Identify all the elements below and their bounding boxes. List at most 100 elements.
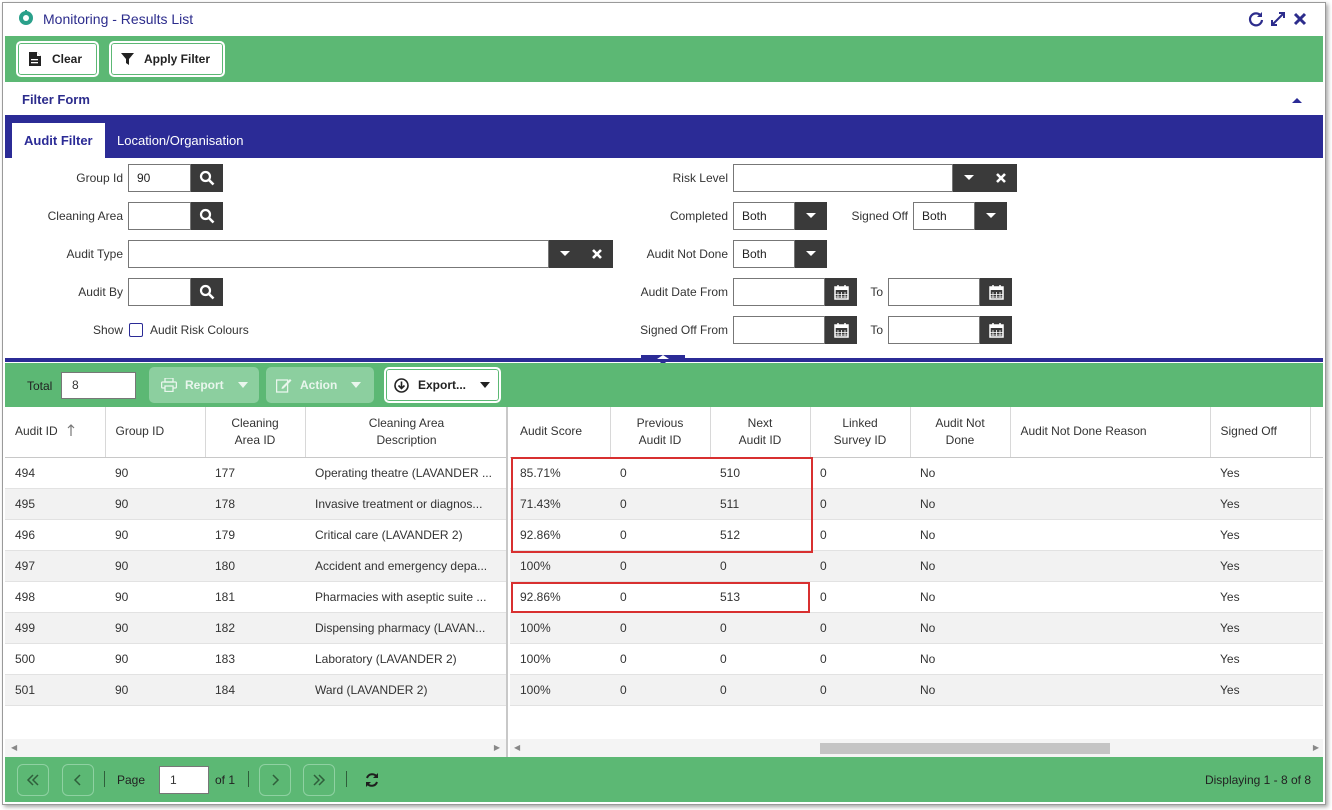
audit-not-done-select[interactable]: Both xyxy=(733,240,795,268)
total-count-field: 8 xyxy=(61,372,136,399)
cleaning-area-input[interactable] xyxy=(128,202,191,230)
signed-off-from-input[interactable] xyxy=(733,316,825,344)
refresh-icon[interactable] xyxy=(364,772,380,788)
table-row[interactable]: 92.86% 0 512 0 No Yes xyxy=(510,519,1323,551)
col-header-linked-survey-id[interactable]: Linked Survey ID xyxy=(810,407,911,458)
signed-off-dropdown-button[interactable] xyxy=(975,202,1007,230)
table-row[interactable]: 100% 0 0 0 No Yes xyxy=(510,674,1323,706)
collapse-up-icon[interactable] xyxy=(1291,95,1303,105)
table-row[interactable]: 499 90 182 Dispensing pharmacy (LAVAN... xyxy=(5,612,506,644)
signed-off-to-calendar-button[interactable] xyxy=(980,316,1012,344)
audit-risk-colours-label[interactable]: Audit Risk Colours xyxy=(150,323,249,337)
audit-date-from-calendar-button[interactable] xyxy=(825,278,857,306)
close-icon[interactable] xyxy=(1291,10,1309,28)
table-row[interactable]: 500 90 183 Laboratory (LAVANDER 2) xyxy=(5,643,506,675)
cell-survey-id: 0 xyxy=(810,674,910,706)
group-id-search-button[interactable] xyxy=(191,164,223,192)
apply-filter-button[interactable]: Apply Filter xyxy=(109,41,225,77)
document-icon xyxy=(29,52,41,66)
audit-type-input[interactable] xyxy=(128,240,549,268)
risk-level-dropdown-button[interactable] xyxy=(953,164,985,192)
risk-level-clear-button[interactable] xyxy=(985,164,1017,192)
risk-level-input[interactable] xyxy=(733,164,953,192)
table-row[interactable]: 497 90 180 Accident and emergency depa... xyxy=(5,550,506,582)
page-of-label: of 1 xyxy=(215,773,236,787)
col-header-signed-off[interactable]: Signed Off xyxy=(1210,407,1311,458)
page-number-input[interactable]: 1 xyxy=(159,766,209,794)
cell-area-id: 181 xyxy=(205,581,305,613)
col-header-audit-score[interactable]: Audit Score xyxy=(510,407,611,458)
locked-horizontal-scrollbar[interactable]: ◀ ▶ xyxy=(5,739,506,757)
cell-not-done: No xyxy=(910,581,1010,613)
cell-group-id: 90 xyxy=(105,488,205,520)
table-row[interactable]: 85.71% 0 510 0 No Yes xyxy=(510,457,1323,489)
audit-by-input[interactable] xyxy=(128,278,191,306)
col-header-cleaning-area-description[interactable]: Cleaning Area Description xyxy=(305,407,506,458)
cell-score: 100% xyxy=(510,674,610,706)
scroll-left-icon[interactable]: ◀ xyxy=(514,743,520,752)
col-header-previous-audit-id[interactable]: Previous Audit ID xyxy=(610,407,711,458)
col-header-audit-not-done-reason[interactable]: Audit Not Done Reason xyxy=(1010,407,1211,458)
page-label: Page xyxy=(117,773,146,787)
cell-group-id: 90 xyxy=(105,550,205,582)
table-row[interactable]: 496 90 179 Critical care (LAVANDER 2) xyxy=(5,519,506,551)
cell-reason xyxy=(1010,550,1210,582)
clear-button[interactable]: Clear xyxy=(16,41,99,77)
refresh-icon[interactable] xyxy=(1247,10,1265,28)
filter-form-header[interactable]: Filter Form xyxy=(5,83,1323,115)
audit-risk-colours-checkbox[interactable] xyxy=(129,323,143,337)
col-header-linked-survey-id-label: Linked Survey ID xyxy=(833,415,887,447)
action-button[interactable]: Action xyxy=(266,367,374,403)
table-row[interactable]: 100% 0 0 0 No Yes xyxy=(510,643,1323,675)
last-page-button[interactable] xyxy=(303,764,335,796)
scrollbar-thumb[interactable] xyxy=(820,743,1110,754)
audit-date-to-calendar-button[interactable] xyxy=(980,278,1012,306)
first-page-button[interactable] xyxy=(17,764,49,796)
cleaning-area-search-button[interactable] xyxy=(191,202,223,230)
cell-overflow xyxy=(1310,612,1323,644)
table-row[interactable]: 71.43% 0 511 0 No Yes xyxy=(510,488,1323,520)
col-header-audit-id[interactable]: Audit ID xyxy=(5,407,106,458)
audit-date-from-input[interactable] xyxy=(733,278,825,306)
chevron-down-icon xyxy=(964,175,974,180)
table-row[interactable]: 495 90 178 Invasive treatment or diagnos... xyxy=(5,488,506,520)
table-row[interactable]: 100% 0 0 0 No Yes xyxy=(510,612,1323,644)
group-id-input[interactable]: 90 xyxy=(128,164,191,192)
audit-by-search-button[interactable] xyxy=(191,278,223,306)
pager-bar: Page 1 of 1 Displaying 1 - 8 of 8 xyxy=(5,757,1323,802)
completed-select[interactable]: Both xyxy=(733,202,795,230)
col-header-next-audit-id[interactable]: Next Audit ID xyxy=(710,407,811,458)
scroll-right-icon[interactable]: ▶ xyxy=(1313,743,1319,752)
tab-location-organisation[interactable]: Location/Organisation xyxy=(105,123,255,158)
col-header-audit-not-done[interactable]: Audit Not Done xyxy=(910,407,1011,458)
sort-ascending-icon xyxy=(67,424,75,437)
horizontal-scrollbar[interactable]: ◀ ▶ xyxy=(510,739,1323,757)
signed-off-select[interactable]: Both xyxy=(913,202,975,230)
previous-page-button[interactable] xyxy=(62,764,94,796)
table-row[interactable]: 92.86% 0 513 0 No Yes xyxy=(510,581,1323,613)
table-row[interactable]: 498 90 181 Pharmacies with aseptic suite ..… xyxy=(5,581,506,613)
completed-dropdown-button[interactable] xyxy=(795,202,827,230)
next-page-button[interactable] xyxy=(259,764,291,796)
tab-audit-filter[interactable]: Audit Filter xyxy=(12,123,105,158)
total-label: Total xyxy=(27,379,53,393)
export-button[interactable]: Export... xyxy=(384,367,501,403)
table-row[interactable]: 501 90 184 Ward (LAVANDER 2) xyxy=(5,674,506,706)
audit-not-done-dropdown-button[interactable] xyxy=(795,240,827,268)
audit-not-done-label: Audit Not Done xyxy=(646,247,728,261)
signed-off-from-calendar-button[interactable] xyxy=(825,316,857,344)
col-header-group-id[interactable]: Group ID xyxy=(105,407,206,458)
scroll-left-icon[interactable]: ◀ xyxy=(11,743,17,752)
scroll-right-icon[interactable]: ▶ xyxy=(494,743,500,752)
cell-survey-id: 0 xyxy=(810,488,910,520)
expand-icon[interactable] xyxy=(1269,10,1287,28)
audit-date-to-input[interactable] xyxy=(888,278,980,306)
table-row[interactable]: 494 90 177 Operating theatre (LAVANDER ... xyxy=(5,457,506,489)
report-button[interactable]: Report xyxy=(149,367,259,403)
filter-tabs: Audit Filter Location/Organisation xyxy=(5,115,1323,158)
signed-off-label: Signed Off xyxy=(851,209,908,223)
scroll-table: Audit Score Previous Audit ID Next Audit… xyxy=(510,407,1323,706)
col-header-cleaning-area-id[interactable]: Cleaning Area ID xyxy=(205,407,306,458)
table-row[interactable]: 100% 0 0 0 No Yes xyxy=(510,550,1323,582)
signed-off-to-input[interactable] xyxy=(888,316,980,344)
